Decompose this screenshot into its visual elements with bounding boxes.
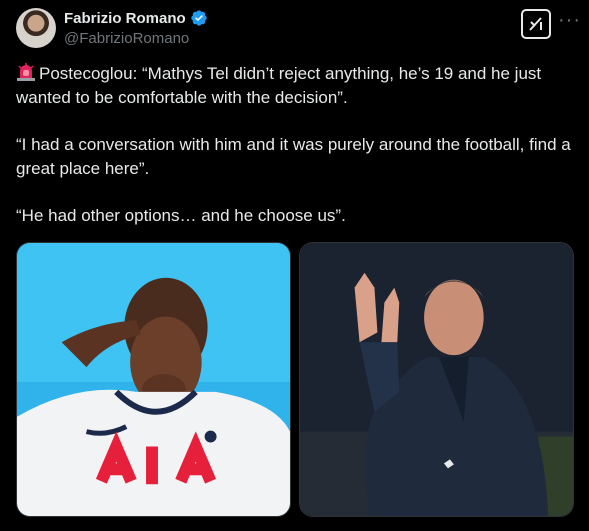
avatar[interactable] [16, 8, 56, 48]
tweet-paragraph-1: Postecoglou: “Mathys Tel didn’t reject a… [16, 62, 581, 110]
author-block: Fabrizio Romano @FabrizioRomano [64, 9, 208, 47]
more-options-icon[interactable]: ··· [558, 10, 581, 30]
author-handle[interactable]: @FabrizioRomano [64, 30, 208, 47]
tweet-paragraph-2: “I had a conversation with him and it wa… [16, 135, 571, 178]
name-row: Fabrizio Romano [64, 9, 208, 27]
grok-icon [529, 17, 542, 31]
grok-button[interactable] [521, 9, 551, 39]
author-display-name[interactable]: Fabrizio Romano [64, 10, 186, 27]
coach-photo[interactable] [299, 242, 574, 517]
coach-photo-image [300, 243, 573, 516]
tweet-paragraph-1-text: Postecoglou: “Mathys Tel didn’t reject a… [16, 64, 542, 107]
tweet-header: Fabrizio Romano @FabrizioRomano ··· [16, 8, 581, 50]
tweet-paragraph-3: “He had other options… and he choose us”… [16, 206, 346, 225]
tweet-text: Postecoglou: “Mathys Tel didn’t reject a… [16, 62, 581, 251]
media-grid [16, 242, 574, 517]
verified-badge-icon [190, 10, 207, 26]
rotating-light-icon [17, 63, 35, 81]
player-photo-image [17, 243, 290, 516]
player-photo[interactable] [16, 242, 291, 517]
